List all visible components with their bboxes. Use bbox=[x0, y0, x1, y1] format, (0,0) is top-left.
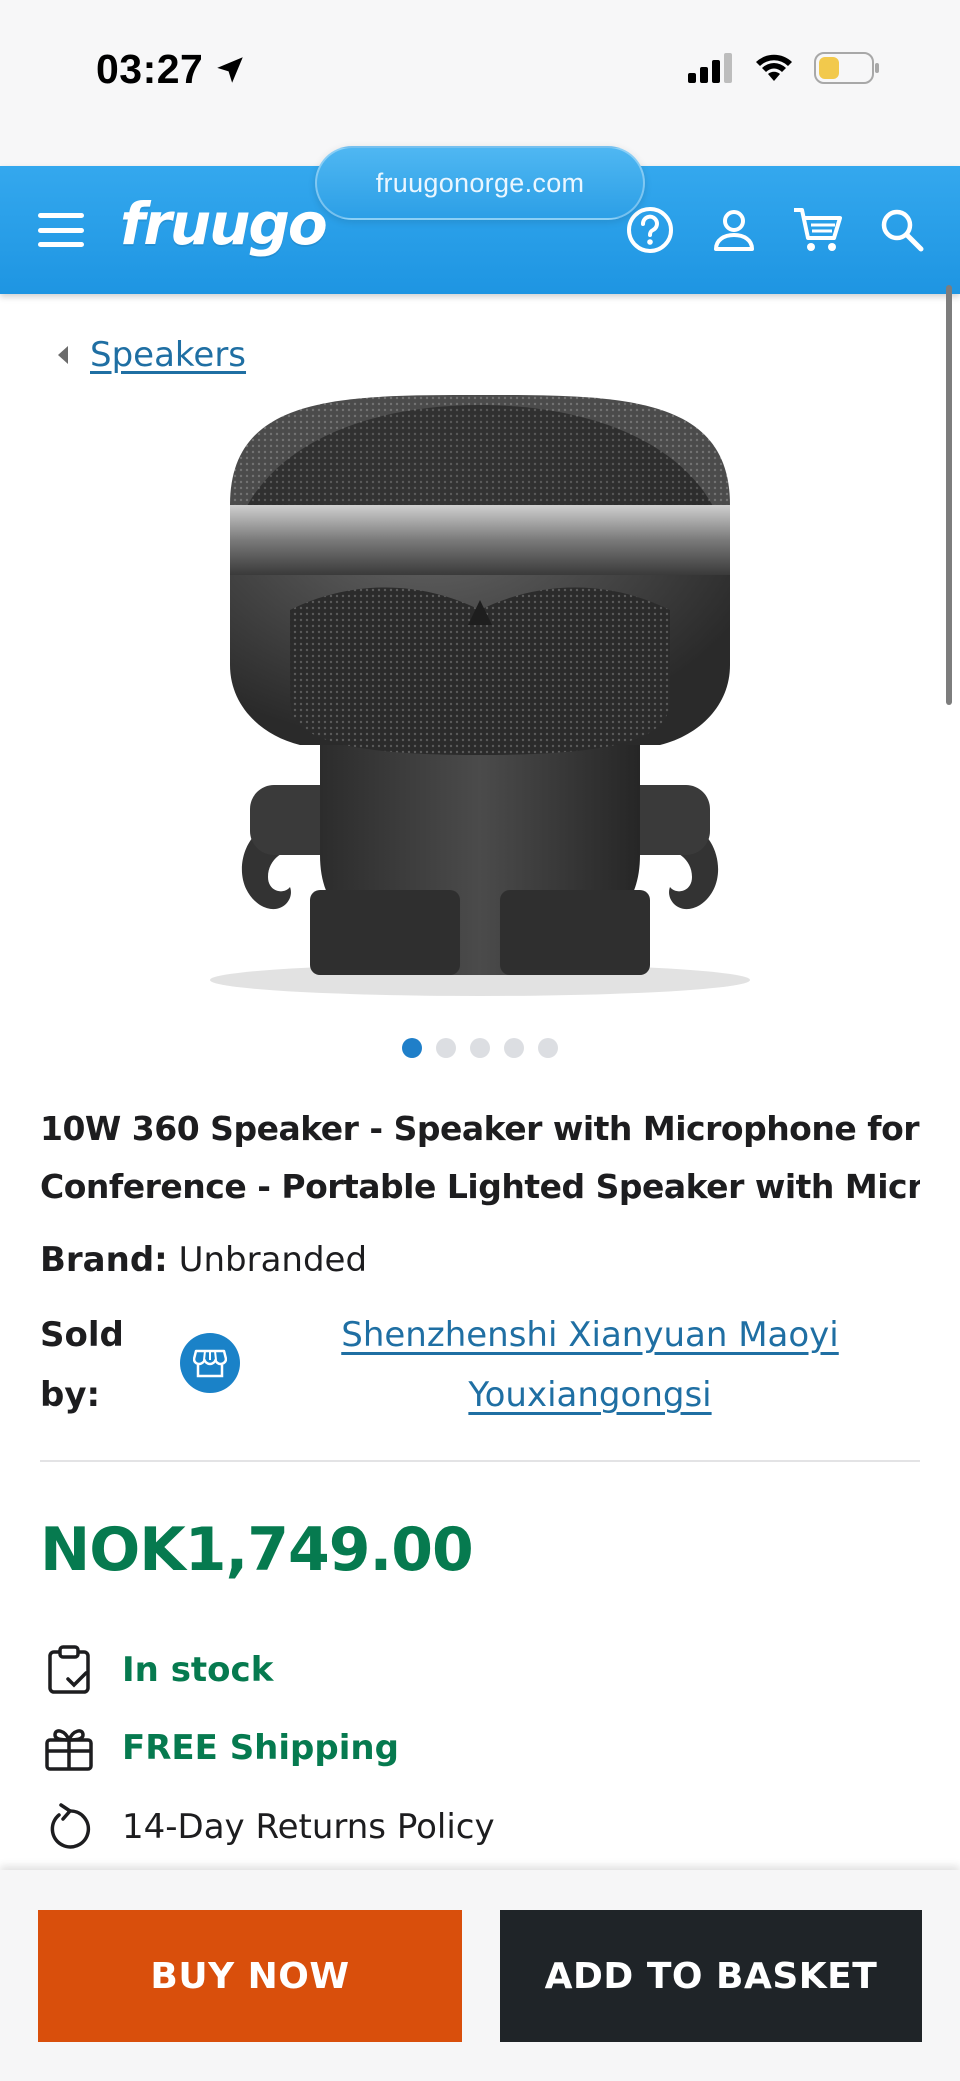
seller-name-line-2: Youxiangongsi bbox=[468, 1375, 712, 1415]
address-bar[interactable]: fruugonorge.com bbox=[315, 146, 645, 220]
seller-link[interactable]: Shenzhenshi Xianyuan Maoyi Youxiangongsi bbox=[270, 1305, 910, 1425]
buy-now-button[interactable]: BUY NOW bbox=[38, 1910, 462, 2042]
shipping-info: FREE Shipping bbox=[122, 1728, 399, 1768]
battery-icon bbox=[814, 52, 879, 84]
carousel-dot[interactable] bbox=[402, 1038, 422, 1058]
scrollbar[interactable] bbox=[946, 285, 952, 705]
product-title: 10W 360 Speaker - Speaker with Microphon… bbox=[40, 1100, 920, 1216]
status-time: 03:27 bbox=[96, 46, 247, 93]
menu-icon[interactable] bbox=[38, 213, 84, 247]
brand-row: Brand: Unbranded bbox=[40, 1240, 367, 1280]
action-bar: BUY NOW ADD TO BASKET bbox=[0, 1870, 960, 2081]
sold-by-label: Sold by: bbox=[40, 1305, 130, 1425]
product-price: NOK1,749.00 bbox=[40, 1515, 474, 1585]
clock-text: 03:27 bbox=[96, 46, 204, 92]
breadcrumb: Speakers bbox=[58, 335, 246, 375]
add-to-basket-button[interactable]: ADD TO BASKET bbox=[500, 1910, 922, 2042]
product-image[interactable] bbox=[190, 395, 770, 1005]
url-text: fruugonorge.com bbox=[375, 168, 585, 198]
brand-label: Brand: bbox=[40, 1240, 168, 1280]
gift-box-icon bbox=[44, 1723, 94, 1773]
header-actions bbox=[622, 202, 930, 258]
brand-value: Unbranded bbox=[178, 1240, 368, 1280]
product-title-line-2: Conference - Portable Lighted Speaker wi… bbox=[40, 1167, 920, 1206]
search-icon[interactable] bbox=[874, 202, 930, 258]
divider bbox=[40, 1460, 920, 1462]
status-indicators bbox=[688, 52, 880, 84]
stock-status-row: In stock bbox=[44, 1645, 273, 1695]
carousel-dots bbox=[402, 1038, 558, 1058]
carousel-dot[interactable] bbox=[470, 1038, 490, 1058]
stock-status: In stock bbox=[122, 1650, 274, 1690]
account-icon[interactable] bbox=[706, 202, 762, 258]
wifi-icon bbox=[756, 54, 792, 81]
sold-by-row: Sold by: Shenzhenshi Xianyuan Maoyi Youx… bbox=[40, 1305, 920, 1425]
signal-icon bbox=[688, 53, 732, 83]
carousel-dot[interactable] bbox=[504, 1038, 524, 1058]
clipboard-check-icon bbox=[44, 1645, 94, 1695]
breadcrumb-link-speakers[interactable]: Speakers bbox=[90, 335, 246, 375]
shipping-row: FREE Shipping bbox=[44, 1723, 399, 1773]
sold-by-label-line-2: by: bbox=[40, 1375, 101, 1415]
returns-policy[interactable]: 14-Day Returns Policy bbox=[122, 1807, 495, 1847]
chevron-left-icon bbox=[58, 346, 68, 364]
carousel-dot[interactable] bbox=[538, 1038, 558, 1058]
cart-icon[interactable] bbox=[790, 202, 846, 258]
seller-name-line-1: Shenzhenshi Xianyuan Maoyi bbox=[341, 1315, 839, 1355]
returns-row: 14-Day Returns Policy bbox=[44, 1802, 495, 1852]
status-bar: 03:27 bbox=[0, 0, 960, 166]
sold-by-label-line-1: Sold bbox=[40, 1315, 124, 1355]
product-title-line-1: 10W 360 Speaker - Speaker with Microphon… bbox=[40, 1109, 920, 1148]
fruugo-logo[interactable]: fruugo bbox=[120, 190, 328, 258]
location-arrow-icon bbox=[217, 56, 244, 83]
return-arrow-icon bbox=[44, 1802, 94, 1852]
shop-icon bbox=[180, 1333, 240, 1393]
carousel-dot[interactable] bbox=[436, 1038, 456, 1058]
